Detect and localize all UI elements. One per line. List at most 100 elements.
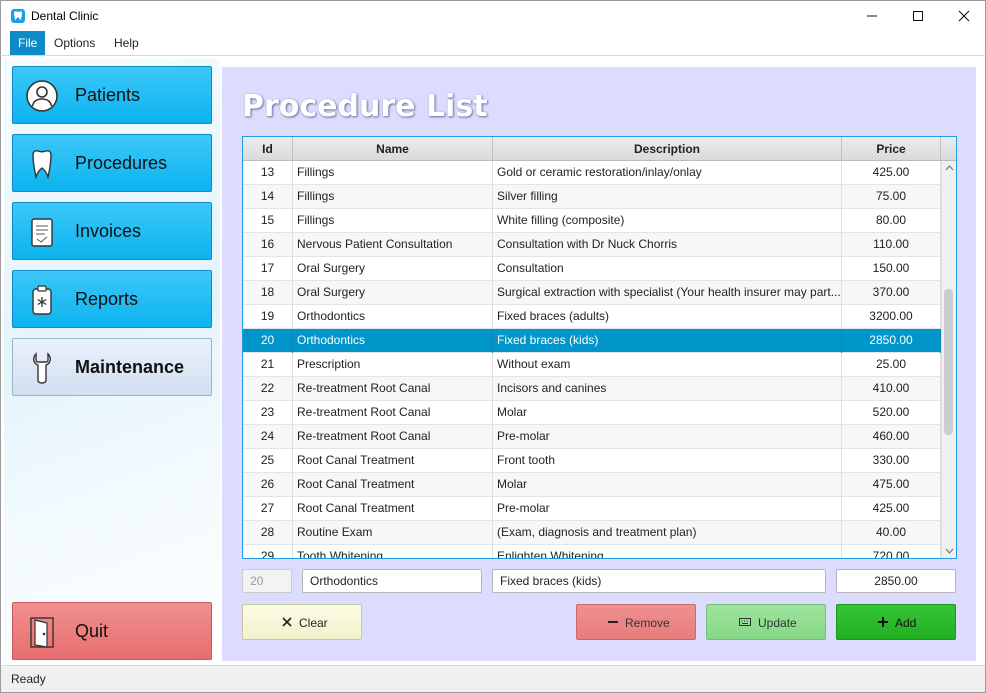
minus-icon xyxy=(608,621,618,623)
cell-name: Root Canal Treatment xyxy=(293,473,493,497)
door-icon xyxy=(30,617,54,648)
cell-price: 425.00 xyxy=(842,161,941,185)
table-row[interactable]: 25 Root Canal Treatment Front tooth 330.00 xyxy=(243,449,941,473)
nav-maintenance-label: Maintenance xyxy=(75,357,185,377)
cell-price: 75.00 xyxy=(842,185,941,209)
cell-price: 370.00 xyxy=(842,281,941,305)
cell-price: 410.00 xyxy=(842,377,941,401)
cell-description: Fixed braces (adults) xyxy=(493,305,842,329)
menu-options[interactable]: Options xyxy=(46,31,103,55)
main-panel: Procedure List Id Name Description Price… xyxy=(222,67,976,661)
cell-price: 3200.00 xyxy=(842,305,941,329)
name-field[interactable]: Orthodontics xyxy=(302,569,482,593)
table-row[interactable]: 28 Routine Exam (Exam, diagnosis and treat… xyxy=(243,521,941,545)
cell-id: 21 xyxy=(243,353,293,377)
update-button[interactable]: Update xyxy=(706,604,826,640)
cell-price: 425.00 xyxy=(842,497,941,521)
cell-description: Front tooth xyxy=(493,449,842,473)
nav-reports-label: Reports xyxy=(75,289,139,309)
price-field[interactable]: 2850.00 xyxy=(836,569,956,593)
nav-invoices-button[interactable]: Invoices xyxy=(12,202,212,260)
sidebar: Patients Procedures Invoices Reports Mai… xyxy=(4,59,220,663)
table-body: 13 Fillings Gold or ceramic restoration/in… xyxy=(243,161,941,558)
cell-id: 22 xyxy=(243,377,293,401)
cell-description: Pre-molar xyxy=(493,425,842,449)
cell-description: Incisors and canines xyxy=(493,377,842,401)
nav-patients-button[interactable]: Patients xyxy=(12,66,212,124)
cell-description: Gold or ceramic restoration/inlay/onlay xyxy=(493,161,842,185)
scroll-up-icon[interactable] xyxy=(945,163,954,173)
cell-description: Fixed braces (kids) xyxy=(493,329,842,353)
quit-button[interactable]: Quit xyxy=(12,602,212,660)
cell-id: 28 xyxy=(243,521,293,545)
cell-name: Prescription xyxy=(293,353,493,377)
nav-procedures-button[interactable]: Procedures xyxy=(12,134,212,192)
status-bar: Ready xyxy=(0,665,986,693)
table-row[interactable]: 18 Oral Surgery Surgical extraction with s… xyxy=(243,281,941,305)
tooth-icon xyxy=(32,150,52,180)
table-row[interactable]: 17 Oral Surgery Consultation 150.00 xyxy=(243,257,941,281)
title-bar: Dental Clinic xyxy=(0,0,986,31)
nav-reports-button[interactable]: Reports xyxy=(12,270,212,328)
cell-id: 23 xyxy=(243,401,293,425)
maximize-button[interactable] xyxy=(895,1,941,31)
status-text: Ready xyxy=(11,672,46,686)
menu-file[interactable]: File xyxy=(10,31,46,55)
cell-name: Tooth Whitening xyxy=(293,545,493,558)
update-label: Update xyxy=(758,616,797,630)
close-button[interactable] xyxy=(941,1,986,31)
remove-button[interactable]: Remove xyxy=(576,604,696,640)
menu-help[interactable]: Help xyxy=(106,31,147,55)
column-header-id[interactable]: Id xyxy=(243,137,293,161)
cell-name: Fillings xyxy=(293,161,493,185)
table-row[interactable]: 21 Prescription Without exam 25.00 xyxy=(243,353,941,377)
cell-name: Oral Surgery xyxy=(293,257,493,281)
cell-id: 26 xyxy=(243,473,293,497)
table-row[interactable]: 15 Fillings White filling (composite) 80.00 xyxy=(243,209,941,233)
cell-id: 19 xyxy=(243,305,293,329)
table-row[interactable]: 19 Orthodontics Fixed braces (adults) 3200.… xyxy=(243,305,941,329)
cell-description: Surgical extraction with specialist (You… xyxy=(493,281,842,305)
clear-button[interactable]: Clear xyxy=(242,604,362,640)
description-field[interactable]: Fixed braces (kids) xyxy=(492,569,826,593)
scroll-thumb[interactable] xyxy=(944,289,953,435)
table-row[interactable]: 29 Tooth Whitening Enlighten Whitening 720.… xyxy=(243,545,941,558)
table-header: Id Name Description Price xyxy=(243,137,956,161)
document-icon xyxy=(31,218,53,247)
table-row[interactable]: 22 Re-treatment Root Canal Incisors and ca… xyxy=(243,377,941,401)
cell-id: 27 xyxy=(243,497,293,521)
cell-id: 16 xyxy=(243,233,293,257)
table-scrollbar[interactable] xyxy=(941,161,956,558)
page-title: Procedure List xyxy=(242,89,488,124)
nav-procedures-label: Procedures xyxy=(75,153,168,173)
table-row[interactable]: 13 Fillings Gold or ceramic restoration/in… xyxy=(243,161,941,185)
cell-id: 17 xyxy=(243,257,293,281)
table-row[interactable]: 27 Root Canal Treatment Pre-molar 425.00 xyxy=(243,497,941,521)
cell-price: 25.00 xyxy=(842,353,941,377)
minimize-button[interactable] xyxy=(849,1,895,31)
table-row[interactable]: 16 Nervous Patient Consultation Consultati… xyxy=(243,233,941,257)
tooth-app-icon xyxy=(11,9,25,23)
add-button[interactable]: Add xyxy=(836,604,956,640)
scroll-down-icon[interactable] xyxy=(945,546,954,556)
cell-name: Re-treatment Root Canal xyxy=(293,377,493,401)
cell-price: 475.00 xyxy=(842,473,941,497)
nav-maintenance-button[interactable]: Maintenance xyxy=(12,338,212,396)
table-row[interactable]: 24 Re-treatment Root Canal Pre-molar 460.00 xyxy=(243,425,941,449)
table-row-selected[interactable]: 20 Orthodontics Fixed braces (kids) 2850.00 xyxy=(243,329,941,353)
remove-label: Remove xyxy=(625,616,670,630)
table-row[interactable]: 14 Fillings Silver filling 75.00 xyxy=(243,185,941,209)
wrench-icon xyxy=(33,352,51,384)
quit-label: Quit xyxy=(75,621,109,641)
cell-price: 2850.00 xyxy=(842,329,941,353)
cell-price: 460.00 xyxy=(842,425,941,449)
column-header-price[interactable]: Price xyxy=(842,137,941,161)
column-header-name[interactable]: Name xyxy=(293,137,493,161)
cell-description: Enlighten Whitening xyxy=(493,545,842,558)
table-row[interactable]: 23 Re-treatment Root Canal Molar 520.00 xyxy=(243,401,941,425)
table-row[interactable]: 26 Root Canal Treatment Molar 475.00 xyxy=(243,473,941,497)
window-title: Dental Clinic xyxy=(31,9,99,23)
column-header-description[interactable]: Description xyxy=(493,137,842,161)
clear-label: Clear xyxy=(299,616,328,630)
cell-id: 25 xyxy=(243,449,293,473)
